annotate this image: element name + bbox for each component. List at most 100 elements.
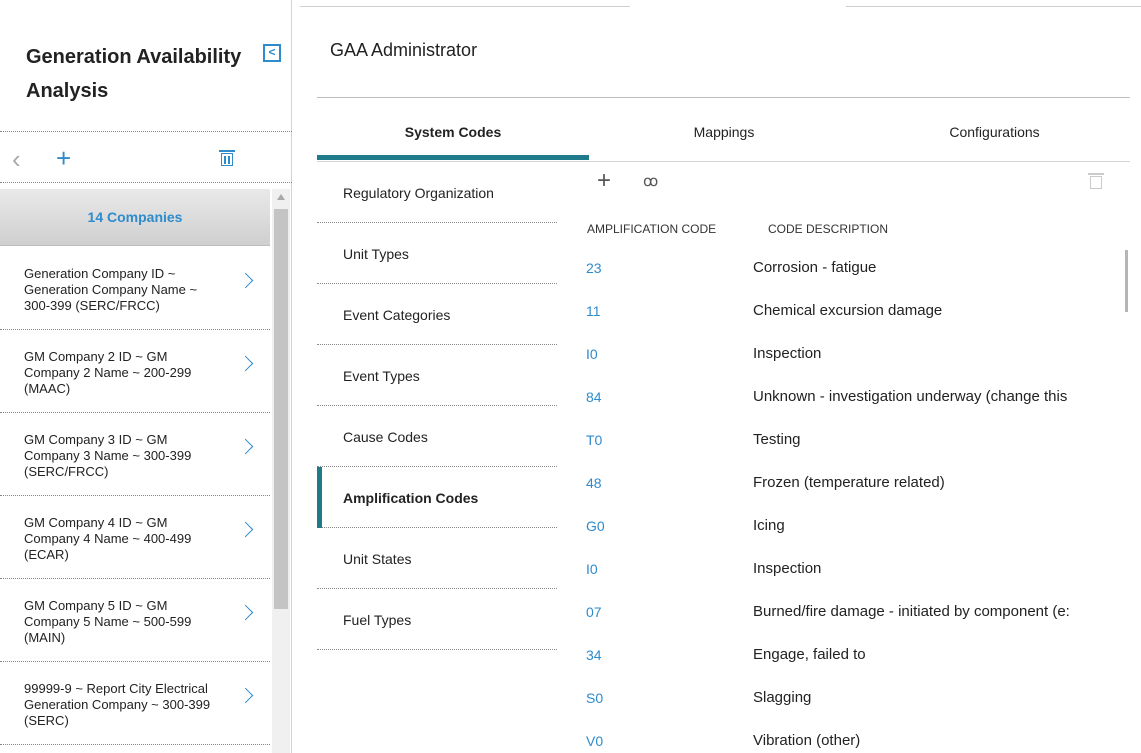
scrollbar-thumb[interactable] (274, 209, 288, 609)
left-panel: Generation Availability Analysis < ‹ + 1… (0, 0, 292, 753)
nav-item-label: Regulatory Organization (343, 185, 494, 201)
nav-item-label: Fuel Types (343, 612, 412, 628)
amplification-code-link[interactable]: I0 (586, 346, 598, 362)
nav-item-event-types[interactable]: Event Types (317, 345, 557, 406)
nav-item-label: Unit Types (343, 246, 409, 262)
chevron-right-icon (237, 355, 254, 372)
chevron-right-icon (237, 272, 254, 289)
chevron-right-icon (237, 438, 254, 455)
company-list-item[interactable]: GM Company 4 ID ~ GM Company 4 Name ~ 40… (0, 496, 270, 579)
system-codes-nav: Regulatory Organization Unit Types Event… (317, 162, 557, 650)
chevron-left-icon[interactable]: ‹ (12, 146, 21, 172)
table-row[interactable]: 07 Burned/fire damage - initiated by comp… (575, 592, 1130, 635)
company-list-item[interactable]: 99999-9 ~ Report City Electrical Generat… (0, 662, 270, 745)
company-label: Generation Company ID ~ Generation Compa… (24, 266, 198, 313)
table-row[interactable]: I0 Inspection (575, 334, 1130, 377)
trash-icon[interactable] (219, 150, 235, 167)
tab-mappings[interactable]: Mappings (589, 112, 859, 160)
panel-title: Generation Availability Analysis (26, 46, 242, 102)
active-tab-indicator (317, 155, 589, 160)
code-description: Unknown - investigation underway (change… (753, 388, 1068, 405)
amplification-code-link[interactable]: 84 (586, 389, 602, 405)
table-row[interactable]: I0 Inspection (575, 549, 1130, 592)
scroll-up-arrow-icon[interactable] (277, 194, 285, 200)
code-description: Chemical excursion damage (753, 302, 943, 319)
amplification-code-link[interactable]: T0 (586, 432, 602, 448)
table-row[interactable]: T0 Testing (575, 420, 1130, 463)
column-header-amplification-code[interactable]: AMPLIFICATION CODE (587, 222, 716, 236)
chevron-right-icon (237, 521, 254, 538)
code-description: Engage, failed to (753, 646, 866, 663)
companies-count-header[interactable]: 14 Companies (0, 189, 270, 246)
amplification-code-link[interactable]: V0 (586, 733, 603, 749)
table-row[interactable]: 48 Frozen (temperature related) (575, 463, 1130, 506)
amplification-code-link[interactable]: I0 (586, 561, 598, 577)
company-list-item[interactable]: GM Company 3 ID ~ GM Company 3 Name ~ 30… (0, 413, 270, 496)
code-description: Burned/fire damage - initiated by compon… (753, 603, 1070, 620)
divider (0, 182, 292, 183)
amplification-code-link[interactable]: S0 (586, 690, 603, 706)
table-row[interactable]: V0 Vibration (other) (575, 721, 1130, 753)
collapse-panel-button[interactable]: < (263, 44, 281, 62)
amplification-code-link[interactable]: 11 (586, 303, 601, 319)
nav-item-regulatory-organization[interactable]: Regulatory Organization (317, 162, 557, 223)
company-list-item[interactable]: GM Company 2 ID ~ GM Company 2 Name ~ 20… (0, 330, 270, 413)
table-row[interactable]: G0 Icing (575, 506, 1130, 549)
add-code-button[interactable]: + (597, 169, 611, 193)
left-toolbar: ‹ + (0, 140, 292, 180)
amplification-code-link[interactable]: 07 (586, 604, 602, 620)
company-label: GM Company 4 ID ~ GM Company 4 Name ~ 40… (24, 515, 192, 562)
add-company-button[interactable]: + (56, 145, 71, 171)
nav-item-fuel-types[interactable]: Fuel Types (317, 589, 557, 650)
company-label: GM Company 5 ID ~ GM Company 5 Name ~ 50… (24, 598, 192, 645)
code-description: Icing (753, 517, 785, 534)
nav-item-label: Cause Codes (343, 429, 428, 445)
amplification-code-link[interactable]: 48 (586, 475, 602, 491)
chevron-right-icon (237, 604, 254, 621)
grid-toolbar: + ꝏ (575, 165, 1130, 201)
code-description: Testing (753, 431, 801, 448)
amplification-code-link[interactable]: G0 (586, 518, 605, 534)
code-description: Frozen (temperature related) (753, 474, 945, 491)
table-row[interactable]: 23 Corrosion - fatigue (575, 248, 1130, 291)
nav-item-label: Event Types (343, 368, 420, 384)
company-list-item[interactable]: GM Company 5 ID ~ GM Company 5 Name ~ 50… (0, 579, 270, 662)
company-label: GM Company 3 ID ~ GM Company 3 Name ~ 30… (24, 432, 192, 479)
grid-header: AMPLIFICATION CODE CODE DESCRIPTION (575, 212, 1130, 248)
chevron-right-icon (237, 687, 254, 704)
amplification-code-link[interactable]: 34 (586, 647, 602, 663)
company-list: Generation Company ID ~ Generation Compa… (0, 247, 270, 745)
nav-item-unit-types[interactable]: Unit Types (317, 223, 557, 284)
tab-system-codes[interactable]: System Codes (317, 112, 589, 160)
nav-item-event-categories[interactable]: Event Categories (317, 284, 557, 345)
company-label: GM Company 2 ID ~ GM Company 2 Name ~ 20… (24, 349, 192, 396)
nav-item-label: Amplification Codes (343, 490, 479, 506)
code-description: Vibration (other) (753, 732, 861, 749)
tab-bar: System Codes Mappings Configurations (317, 112, 1130, 160)
companies-scrollbar[interactable] (272, 189, 290, 753)
code-description: Inspection (753, 345, 822, 362)
code-description: Inspection (753, 560, 822, 577)
tab-configurations[interactable]: Configurations (859, 112, 1130, 160)
codes-grid: 23 Corrosion - fatigue 11 Chemical excursio… (575, 248, 1130, 753)
nav-item-label: Unit States (343, 551, 412, 567)
amplification-code-link[interactable]: 23 (586, 260, 602, 276)
column-header-code-description[interactable]: CODE DESCRIPTION (768, 222, 888, 236)
top-strip-line (300, 6, 630, 7)
nav-item-unit-states[interactable]: Unit States (317, 528, 557, 589)
binoculars-icon[interactable]: ꝏ (643, 172, 658, 190)
nav-item-cause-codes[interactable]: Cause Codes (317, 406, 557, 467)
top-strip-line (846, 6, 1141, 7)
trash-icon[interactable] (1088, 173, 1104, 190)
table-row[interactable]: 34 Engage, failed to (575, 635, 1130, 678)
grid-scrollbar-thumb[interactable] (1125, 250, 1128, 312)
company-list-item[interactable]: Generation Company ID ~ Generation Compa… (0, 247, 270, 330)
code-description: Slagging (753, 689, 812, 706)
nav-item-amplification-codes[interactable]: Amplification Codes (317, 467, 557, 528)
table-row[interactable]: 84 Unknown - investigation underway (chan… (575, 377, 1130, 420)
table-row[interactable]: 11 Chemical excursion damage (575, 291, 1130, 334)
table-row[interactable]: S0 Slagging (575, 678, 1130, 721)
nav-item-label: Event Categories (343, 307, 451, 323)
divider (317, 97, 1130, 98)
company-label: 99999-9 ~ Report City Electrical Generat… (24, 681, 211, 728)
